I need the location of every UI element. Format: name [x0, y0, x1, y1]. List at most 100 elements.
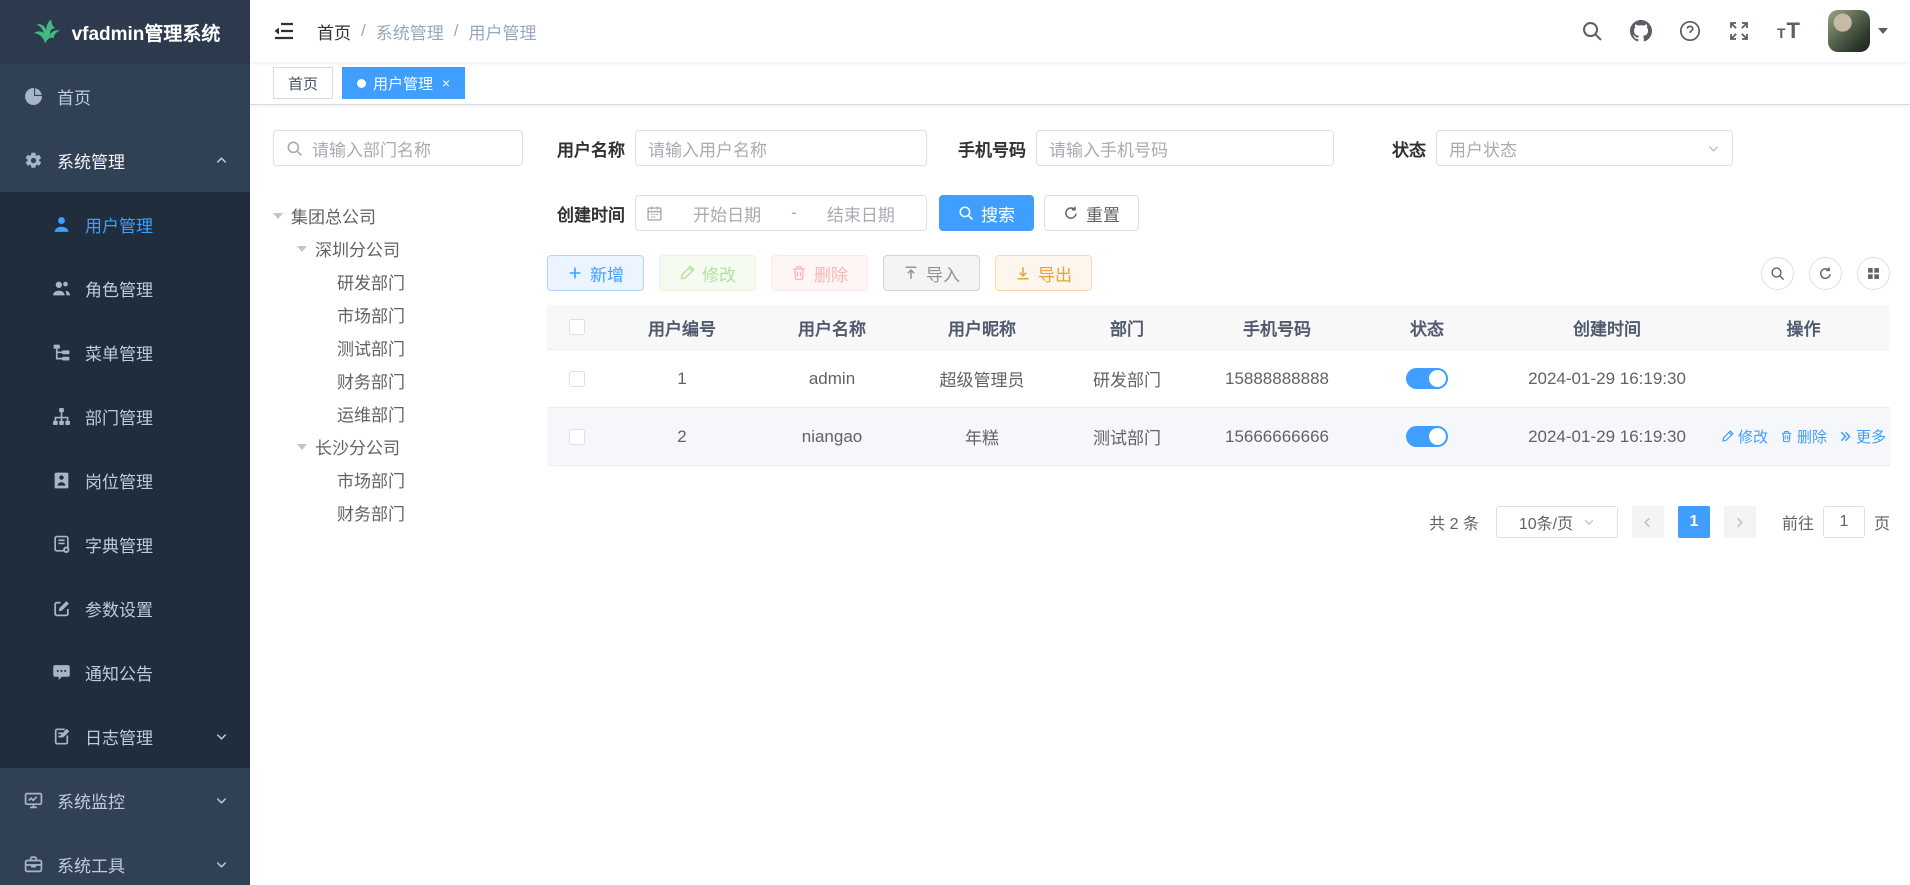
- caret-down-icon[interactable]: [273, 213, 283, 224]
- sidebar-item-notice[interactable]: 通知公告: [0, 640, 250, 704]
- prev-page-button[interactable]: [1632, 506, 1664, 538]
- export-button-label: 导出: [1038, 261, 1072, 286]
- table-toolbar: 新增 修改 删除 导入: [547, 255, 1890, 291]
- status-toggle[interactable]: [1406, 426, 1448, 447]
- status-placeholder: 用户状态: [1449, 136, 1517, 161]
- sidebar-item-home[interactable]: 首页: [0, 64, 250, 128]
- sidebar-item-log-mgmt[interactable]: 日志管理: [0, 704, 250, 768]
- search-icon[interactable]: [1581, 20, 1603, 42]
- gear-icon: [24, 151, 43, 170]
- sidebar-item-label: 系统监控: [57, 788, 125, 813]
- filter-row-1: 用户名称 请输入用户名称 手机号码 请输入手机号码 状态 用户状态: [547, 130, 1890, 166]
- double-arrow-right-icon: [1839, 430, 1852, 443]
- created-time-label: 创建时间: [547, 201, 625, 226]
- phone-input[interactable]: 请输入手机号码: [1036, 130, 1334, 166]
- avatar[interactable]: [1828, 10, 1870, 52]
- chevron-up-icon: [215, 154, 228, 167]
- table-row[interactable]: 1 admin 超级管理员 研发部门 15888888888 2024-01-2…: [547, 350, 1890, 408]
- tree-node[interactable]: 财务部门: [273, 364, 523, 397]
- tags-view-bar: 首页 用户管理 ×: [250, 62, 1910, 105]
- page-number-button[interactable]: 1: [1678, 506, 1710, 538]
- dept-search-input[interactable]: 请输入部门名称: [273, 130, 523, 166]
- chevron-down-icon: [215, 794, 228, 807]
- select-all-checkbox[interactable]: [569, 319, 585, 335]
- sidebar-item-param-settings[interactable]: 参数设置: [0, 576, 250, 640]
- row-edit-label: 修改: [1738, 426, 1768, 447]
- goto-page: 前往 1 页: [1782, 506, 1890, 538]
- reset-button[interactable]: 重置: [1044, 195, 1139, 231]
- delete-button[interactable]: 删除: [771, 255, 868, 291]
- refresh-icon: [1818, 266, 1833, 281]
- search-button[interactable]: 搜索: [939, 195, 1034, 231]
- filter-row-2: 创建时间 开始日期 - 结束日期 搜索 重置: [547, 195, 1890, 231]
- tree-node-label: 测试部门: [337, 335, 405, 360]
- tree-node[interactable]: 运维部门: [273, 397, 523, 430]
- logo[interactable]: vfadmin管理系统: [0, 0, 250, 64]
- sidebar-item-menu-mgmt[interactable]: 菜单管理: [0, 320, 250, 384]
- username-input[interactable]: 请输入用户名称: [635, 130, 927, 166]
- import-button[interactable]: 导入: [883, 255, 980, 291]
- row-checkbox[interactable]: [569, 371, 585, 387]
- edit-icon: [52, 599, 71, 618]
- sidebar-item-dept-mgmt[interactable]: 部门管理: [0, 384, 250, 448]
- breadcrumb-home[interactable]: 首页: [317, 19, 351, 44]
- sidebar-item-label: 通知公告: [85, 660, 153, 685]
- fullscreen-icon[interactable]: [1728, 20, 1750, 42]
- row-more-link[interactable]: 更多: [1839, 426, 1886, 447]
- sidebar-item-label: 首页: [57, 84, 91, 109]
- tab-home[interactable]: 首页: [273, 67, 333, 99]
- date-range-picker[interactable]: 开始日期 - 结束日期: [635, 195, 927, 231]
- status-toggle[interactable]: [1406, 368, 1448, 389]
- page-size-select[interactable]: 10条/页: [1496, 506, 1618, 538]
- next-page-button[interactable]: [1724, 506, 1756, 538]
- row-checkbox[interactable]: [569, 429, 585, 445]
- sidebar-item-user-mgmt[interactable]: 用户管理: [0, 192, 250, 256]
- sitemap-icon: [52, 407, 71, 426]
- tree-node[interactable]: 研发部门: [273, 265, 523, 298]
- toggle-search-button[interactable]: [1761, 257, 1794, 290]
- toolbox-icon: [24, 855, 43, 874]
- table-row[interactable]: 2 niangao 年糕 测试部门 15666666666 2024-01-29…: [547, 408, 1890, 466]
- tab-user-mgmt[interactable]: 用户管理 ×: [342, 67, 465, 99]
- github-icon[interactable]: [1630, 20, 1652, 42]
- tree-node[interactable]: 长沙分公司: [273, 430, 523, 463]
- date-start-placeholder: 开始日期: [672, 201, 782, 226]
- status-select[interactable]: 用户状态: [1436, 130, 1733, 166]
- sidebar-item-system-mgmt[interactable]: 系统管理: [0, 128, 250, 192]
- export-button[interactable]: 导出: [995, 255, 1092, 291]
- sidebar-item-system-tools[interactable]: 系统工具: [0, 832, 250, 885]
- import-button-label: 导入: [926, 261, 960, 286]
- main-area: 首页 / 系统管理 / 用户管理 TT 首页: [250, 0, 1910, 885]
- columns-button[interactable]: [1857, 257, 1890, 290]
- row-delete-link[interactable]: 删除: [1780, 426, 1827, 447]
- menu-tree-icon: [52, 343, 71, 362]
- sidebar-item-post-mgmt[interactable]: 岗位管理: [0, 448, 250, 512]
- edit-button[interactable]: 修改: [659, 255, 756, 291]
- breadcrumb: 首页 / 系统管理 / 用户管理: [317, 19, 536, 44]
- close-tab-icon[interactable]: ×: [442, 75, 450, 91]
- tree-node[interactable]: 市场部门: [273, 298, 523, 331]
- sidebar-item-dict-mgmt[interactable]: 字典管理: [0, 512, 250, 576]
- sidebar-item-system-monitor[interactable]: 系统监控: [0, 768, 250, 832]
- tree-node-label: 深圳分公司: [315, 236, 400, 261]
- tree-node[interactable]: 市场部门: [273, 463, 523, 496]
- sidebar-item-role-mgmt[interactable]: 角色管理: [0, 256, 250, 320]
- tree-node[interactable]: 深圳分公司: [273, 232, 523, 265]
- tree-node[interactable]: 测试部门: [273, 331, 523, 364]
- goto-page-input[interactable]: 1: [1823, 506, 1865, 538]
- row-edit-link[interactable]: 修改: [1721, 426, 1768, 447]
- user-avatar-menu[interactable]: [1828, 10, 1888, 52]
- fold-sidebar-icon[interactable]: [273, 20, 295, 42]
- font-size-icon[interactable]: TT: [1777, 18, 1801, 44]
- sidebar-item-label: 日志管理: [85, 724, 153, 749]
- tree-node[interactable]: 集团总公司: [273, 199, 523, 232]
- question-icon[interactable]: [1679, 20, 1701, 42]
- tab-label: 用户管理: [373, 73, 433, 94]
- refresh-button[interactable]: [1809, 257, 1842, 290]
- add-button[interactable]: 新增: [547, 255, 644, 291]
- reset-button-label: 重置: [1086, 201, 1120, 226]
- caret-down-icon[interactable]: [297, 246, 307, 257]
- tree-node[interactable]: 财务部门: [273, 496, 523, 529]
- app-window: vfadmin管理系统 首页 系统管理 用户管理 角色管理: [0, 0, 1910, 885]
- caret-down-icon[interactable]: [297, 444, 307, 455]
